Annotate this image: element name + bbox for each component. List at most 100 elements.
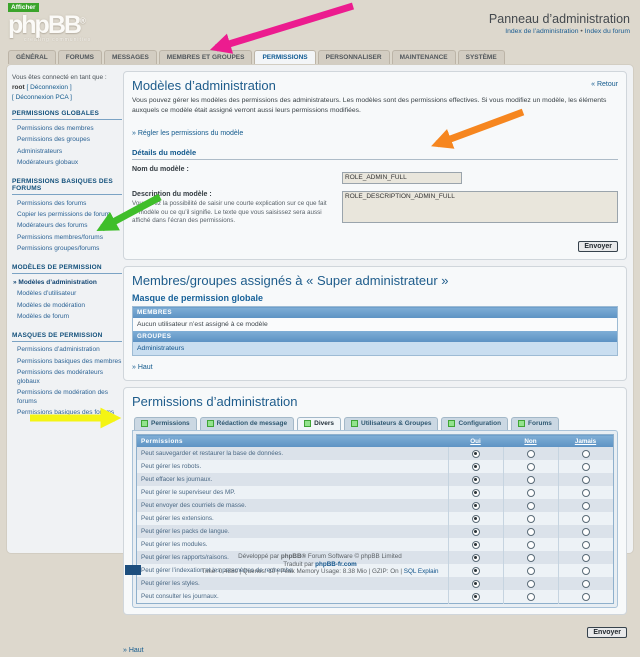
ptab-label: Rédaction de message [217, 420, 287, 427]
radio-oui[interactable] [472, 476, 480, 484]
sidebar-item-modeles-utilisateur[interactable]: Modèles d’utilisateur [12, 289, 122, 300]
footer-phpbb-brand[interactable]: phpBB® [281, 553, 306, 560]
tab-maintenance[interactable]: MAINTENANCE [392, 50, 456, 64]
radio-oui[interactable] [472, 593, 480, 601]
logout-pca-link[interactable]: [ Déconnexion PCA ] [12, 94, 72, 101]
sidebar-item-moderateurs-globaux[interactable]: Modérateurs globaux [12, 158, 122, 169]
top-link-bottom[interactable]: » Haut [123, 647, 144, 654]
col-jamais-link[interactable]: Jamais [575, 438, 596, 445]
table-row: Peut gérer les extensions. [137, 512, 614, 525]
radio-jamais[interactable] [582, 528, 590, 536]
role-name-input[interactable] [342, 172, 462, 184]
members-empty-row: Aucun utilisateur n’est assigné à ce mod… [133, 318, 618, 331]
sql-explain-link[interactable]: SQL Explain [404, 568, 439, 575]
ptab-utilisateurs-groupes[interactable]: Utilisateurs & Groupes [344, 417, 438, 430]
sidebar-item-permissions-moderateurs-globaux[interactable]: Permissions des modérateurs globaux [12, 368, 122, 388]
radio-jamais[interactable] [582, 463, 590, 471]
back-link[interactable]: « Retour [591, 81, 618, 88]
radio-oui[interactable] [472, 541, 480, 549]
permission-label: Peut consulter les journaux. [137, 590, 449, 604]
radio-oui[interactable] [472, 580, 480, 588]
sidebar-item-modeles-moderation[interactable]: Modèles de modération [12, 300, 122, 311]
radio-non[interactable] [527, 476, 535, 484]
sidebar-section-title: PERMISSIONS BASIQUES DES FORUMS [12, 178, 122, 195]
sidebar-item-modeles-forum[interactable]: Modèles de forum [12, 312, 122, 323]
radio-jamais[interactable] [582, 541, 590, 549]
permission-label: Peut gérer le superviseur des MP. [137, 486, 449, 499]
tab-personnaliser[interactable]: PERSONNALISER [318, 50, 390, 64]
ptab-permissions[interactable]: Permissions [134, 417, 197, 430]
radio-jamais[interactable] [582, 515, 590, 523]
footer-phpbb-fr-link[interactable]: phpBB-fr.com [315, 561, 357, 568]
group-administrateurs-link[interactable]: Administrateurs [133, 342, 618, 356]
sidebar-item-permissions-administration[interactable]: Permissions d’administration [12, 345, 122, 356]
role-desc-textarea[interactable]: ROLE_DESCRIPTION_ADMIN_FULL [342, 191, 618, 223]
radio-non[interactable] [527, 593, 535, 601]
tab-permissions[interactable]: PERMISSIONS [254, 50, 315, 64]
tab-messages[interactable]: MESSAGES [104, 50, 157, 64]
ptab-forums[interactable]: Forums [511, 417, 559, 430]
submit-role-details-button[interactable]: Envoyer [578, 241, 618, 252]
sidebar-item-permissions-groupes-forums[interactable]: Permissions groupes/forums [12, 244, 122, 255]
forum-index-link[interactable]: Index du forum [585, 28, 630, 35]
sidebar-item-copier-permissions[interactable]: Copier les permissions de forum [12, 209, 122, 220]
permission-label: Peut gérer les robots. [137, 460, 449, 473]
col-oui-link[interactable]: Oui [470, 438, 481, 445]
col-non-link[interactable]: Non [524, 438, 536, 445]
radio-non[interactable] [527, 502, 535, 510]
sidebar-item-permissions-basiques-membres[interactable]: Permissions basiques des membres [12, 356, 122, 367]
table-row: Peut gérer les robots. [137, 460, 614, 473]
page-title: Panneau d’administration [489, 12, 630, 26]
tab-general[interactable]: GÉNÉRAL [8, 50, 56, 64]
sidebar-item-permissions-membres-forums[interactable]: Permissions membres/forums [12, 232, 122, 243]
radio-jamais[interactable] [582, 476, 590, 484]
radio-oui[interactable] [472, 528, 480, 536]
radio-non[interactable] [527, 450, 535, 458]
ptab-redaction[interactable]: Rédaction de message [200, 417, 294, 430]
radio-oui[interactable] [472, 502, 480, 510]
radio-jamais[interactable] [582, 502, 590, 510]
tab-forums[interactable]: FORUMS [58, 50, 102, 64]
sidebar-item-permissions-groupes[interactable]: Permissions des groupes [12, 135, 122, 146]
green-square-icon [448, 420, 455, 427]
sidebar-item-permissions-membres[interactable]: Permissions des membres [12, 123, 122, 134]
admin-index-link[interactable]: Index de l’administration [505, 28, 578, 35]
radio-oui[interactable] [472, 515, 480, 523]
radio-non[interactable] [527, 463, 535, 471]
radio-non[interactable] [527, 515, 535, 523]
radio-non[interactable] [527, 541, 535, 549]
role-name-label: Nom du modèle : [132, 166, 332, 173]
sidebar-item-moderateurs-forums[interactable]: Modérateurs des forums [12, 221, 122, 232]
sidebar-item-permissions-moderation-forums[interactable]: Permissions de modération des forums [12, 388, 122, 408]
sidebar-item-permissions-forums[interactable]: Permissions des forums [12, 198, 122, 209]
global-mask-subtitle: Masque de permission globale [132, 293, 618, 303]
logout-link[interactable]: [ Déconnexion ] [26, 84, 71, 91]
tab-membres-et-groupes[interactable]: MEMBRES ET GROUPES [159, 50, 253, 64]
radio-jamais[interactable] [582, 450, 590, 458]
groups-header: GROUPES [133, 331, 618, 342]
ptab-configuration[interactable]: Configuration [441, 417, 508, 430]
radio-oui[interactable] [472, 463, 480, 471]
permission-label: Peut envoyer des courriels de masse. [137, 499, 449, 512]
phpbb-logo-tagline: creating communities [24, 37, 91, 43]
top-link[interactable]: » Haut [132, 364, 153, 371]
permission-tab-bar: Permissions Rédaction de message Divers … [134, 417, 618, 430]
radio-oui[interactable] [472, 489, 480, 497]
sidebar-item-permissions-basiques-forums[interactable]: Permissions basiques des forums [12, 408, 122, 419]
set-role-permissions-link[interactable]: » Régler les permissions du modèle [132, 130, 243, 137]
permission-label: Peut gérer les extensions. [137, 512, 449, 525]
radio-jamais[interactable] [582, 489, 590, 497]
table-row: Peut gérer les modules. [137, 538, 614, 551]
radio-jamais[interactable] [582, 580, 590, 588]
sidebar-item-administrateurs[interactable]: Administrateurs [12, 146, 122, 157]
radio-non[interactable] [527, 489, 535, 497]
assigned-panel: Membres/groupes assignés à « Super admin… [123, 266, 627, 381]
sidebar-item-modeles-administration[interactable]: » Modèles d’administration [12, 277, 122, 288]
submit-permissions-button[interactable]: Envoyer [587, 627, 627, 638]
ptab-divers[interactable]: Divers [297, 417, 341, 430]
radio-non[interactable] [527, 528, 535, 536]
tab-systeme[interactable]: SYSTÈME [458, 50, 505, 64]
radio-non[interactable] [527, 580, 535, 588]
radio-oui[interactable] [472, 450, 480, 458]
radio-jamais[interactable] [582, 593, 590, 601]
